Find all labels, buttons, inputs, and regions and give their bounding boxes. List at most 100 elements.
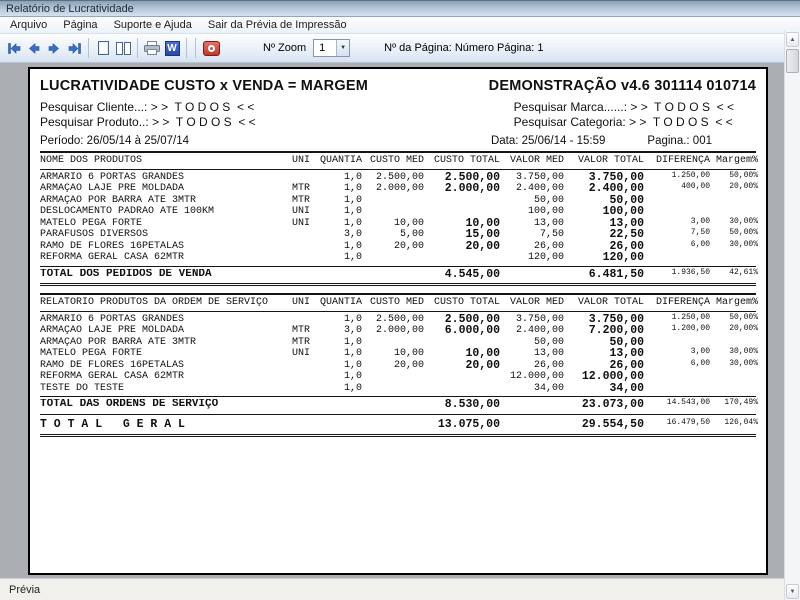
cell-qty: 1,0 (343, 217, 362, 229)
cell-valor-total: 7.200,00 (588, 325, 644, 337)
cell-valor-med: 26,00 (533, 240, 564, 252)
cell-name: ARMAÇÃO LAJE PRE MOLDADA (40, 183, 185, 194)
cell-diferenca: 16.479,50 (666, 417, 710, 427)
previous-page-button[interactable] (25, 38, 43, 58)
menu-item-pagina[interactable]: Página (55, 18, 105, 32)
column-header-margem: Margem% (715, 155, 758, 166)
filters-right: Pesquisar Marca......: > > T O D O S < <… (514, 100, 734, 130)
status-text: Prévia (9, 583, 41, 596)
chevron-down-icon[interactable]: ▼ (336, 40, 350, 56)
column-header-valor-total: VALOR TOTAL (577, 155, 644, 166)
cell-margem: 30,00% (729, 216, 758, 226)
printer-icon (144, 41, 160, 55)
cell-custo-total: 2.500,00 (444, 171, 500, 183)
cell-uni: MTR (291, 194, 310, 206)
column-header-custo-med: CUSTO MED (369, 297, 424, 308)
cell-name: ARMARIO 6 PORTAS GRANDES (40, 313, 185, 325)
cell-custo-total: 2.500,00 (444, 313, 500, 325)
status-bar: Prévia (0, 578, 784, 600)
cell-valor-med: 100,00 (527, 206, 564, 217)
cell-custo-total: 10,00 (465, 217, 500, 229)
last-page-button[interactable] (65, 38, 83, 58)
cell-valor-med: 2.400,00 (515, 183, 564, 194)
cell-valor-total: 120,00 (602, 252, 644, 264)
print-button[interactable] (143, 38, 161, 58)
cell-diferenca: 1.200,00 (671, 324, 710, 333)
scroll-up-icon[interactable]: ▲ (786, 32, 799, 47)
total-label: TOTAL DAS ORDENS DE SERVIÇO (40, 399, 219, 410)
single-page-view-button[interactable] (94, 38, 112, 58)
close-preview-button[interactable] (201, 38, 222, 58)
cell-qty: 1,0 (343, 171, 362, 183)
sales-table: NOME DOS PRODUTOS UNI QUANTIA CUSTO MED CUST… (40, 151, 758, 286)
table-rows: ARMARIO 6 PORTAS GRANDES 1,0 2.500,00 2.500… (40, 312, 758, 396)
cell-custo-total: 20,00 (465, 240, 500, 252)
cell-margem: 50,00% (729, 312, 758, 322)
two-page-view-button[interactable] (114, 38, 132, 58)
filter-marca: Pesquisar Marca......: > > T O D O S < < (513, 100, 734, 114)
cell-valor-total: 6.481,50 (588, 268, 644, 280)
cell-valor-total: 3.750,00 (588, 171, 644, 183)
menu-item-suporte-e-ajuda[interactable]: Suporte e Ajuda (106, 18, 200, 32)
report-page-number: Pagina.: 001 (647, 135, 712, 147)
cell-margem: 42,61% (729, 267, 758, 277)
cell-diferenca: 1.250,00 (671, 170, 710, 180)
grand-total-row: T O T A L G E R A L 13.075,00 29.554,50 … (40, 415, 758, 437)
column-header-custo-med: CUSTO MED (369, 155, 424, 166)
cell-custo-total: 6.000,00 (444, 325, 500, 337)
vertical-scrollbar[interactable]: ▲ ▼ (784, 31, 800, 600)
report-title: LUCRATIVIDADE CUSTO x VENDA = MARGEM (40, 78, 368, 94)
zoom-select[interactable]: 1 ▼ (313, 39, 351, 57)
cell-valor-total: 3.750,00 (588, 313, 644, 325)
cell-qty: 1,0 (343, 382, 362, 394)
cell-name: MATELO PEGA FORTE (40, 217, 143, 229)
cell-uni: MTR (291, 325, 310, 336)
first-page-button[interactable] (5, 38, 23, 58)
total-row: TOTAL DOS PEDIDOS DE VENDA 4.545,00 6.481,… (40, 265, 758, 286)
column-header-diferenca: DIFERENÇA (655, 297, 710, 308)
cell-qty: 1,0 (343, 336, 362, 348)
cell-qty: 1,0 (343, 194, 362, 206)
cell-name: RAMO DE FLORES 16PETALAS (40, 240, 185, 252)
cell-custo-total: 13.075,00 (437, 418, 500, 430)
table-rows: ARMARIO 6 PORTAS GRANDES 1,0 2.500,00 2.500… (40, 170, 758, 265)
menu-item-sair-da-previa-de-impressao[interactable]: Sair da Prévia de Impressão (200, 18, 355, 32)
cell-name: DESLOCAMENTO PADRAO ATE 100KM (40, 206, 215, 217)
cell-margem: 30,00% (729, 347, 758, 356)
cell-qty: 1,0 (343, 252, 362, 263)
filter-cliente: Pesquisar Cliente...: > > T O D O S < < (40, 100, 255, 114)
cell-uni: MTR (291, 336, 310, 348)
cell-margem: 30,00% (729, 239, 758, 249)
report-page: LUCRATIVIDADE CUSTO x VENDA = MARGEM DEM… (28, 67, 768, 575)
table-header-row: RELATÓRIO PRODUTOS DA ORDEM DE SERVIÇO UN… (40, 293, 758, 312)
cell-custo-med: 10,00 (393, 348, 424, 359)
two-pages-icon (115, 41, 131, 55)
cell-margem: 20,00% (729, 324, 758, 333)
filter-produto: Pesquisar Produto..: > > T O D O S < < (40, 115, 256, 129)
cell-valor-med: 26,00 (533, 359, 564, 371)
scroll-down-icon[interactable]: ▼ (786, 584, 799, 599)
cell-name: ARMAÇÃO POR BARRA ATE 3MTR (40, 336, 197, 348)
cell-qty: 1,0 (343, 240, 362, 252)
cell-valor-total: 22,50 (609, 229, 644, 241)
export-word-button[interactable]: W (163, 38, 181, 58)
cell-valor-total: 13,00 (609, 348, 644, 360)
cell-qty: 3,0 (343, 229, 362, 240)
column-header-qty: QUANTIA (319, 297, 362, 308)
cell-valor-total: 2.400,00 (588, 183, 644, 195)
cell-margem: 30,00% (729, 358, 758, 368)
power-icon (203, 40, 220, 56)
cell-diferenca: 3,00 (690, 216, 710, 226)
toolbar-separator (186, 38, 187, 58)
scrollbar-thumb[interactable] (786, 49, 799, 73)
cell-name: MATELO PEGA FORTE (40, 348, 143, 359)
cell-valor-med: 50,00 (533, 194, 564, 206)
next-page-button[interactable] (45, 38, 63, 58)
cell-custo-total: 8.530,00 (444, 399, 500, 411)
cell-uni: MTR (291, 183, 310, 194)
cell-qty: 3,0 (343, 325, 362, 336)
column-header-name: NOME DOS PRODUTOS (40, 155, 143, 166)
cell-valor-med: 50,00 (533, 336, 564, 348)
menu-item-arquivo[interactable]: Arquivo (2, 18, 55, 32)
cell-name: REFORMA GERAL CASA 62MTR (40, 371, 185, 382)
